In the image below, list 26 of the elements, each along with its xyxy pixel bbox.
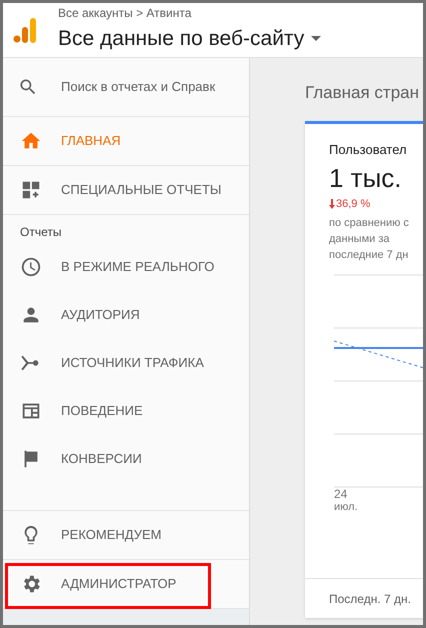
sidebar-item[interactable]: КОНВЕРСИИ — [3, 435, 249, 483]
dashboard-plus-icon — [20, 179, 42, 201]
comparison-note: по сравнению с данными за последние 7 дн — [329, 216, 410, 262]
section-label: Отчеты — [19, 224, 62, 241]
dropdown-caret-icon — [311, 36, 322, 42]
sidebar-item[interactable]: В РЕЖИМЕ РЕАЛЬНОГО — [3, 243, 249, 291]
search-field[interactable]: Поиск в отчетах и Справк — [61, 77, 221, 97]
view-selector[interactable]: Все данные по веб-сайту — [58, 22, 322, 54]
breadcrumb[interactable]: Все аккаунты > Атвинта — [58, 6, 322, 20]
sidebar-item[interactable]: СПЕЦИАЛЬНЫЕ ОТЧЕТЫ — [3, 166, 249, 214]
date-range-selector[interactable]: Последн. 7 дн. — [329, 590, 411, 608]
clock-icon — [20, 256, 42, 278]
down-arrow-icon — [329, 199, 335, 210]
metric-name: Пользовател — [329, 140, 408, 158]
metric-value: 1 тыс. — [329, 163, 403, 193]
search-icon — [18, 77, 38, 97]
axis-label: июл. — [334, 500, 358, 514]
change-value: 36,9 % — [336, 197, 370, 212]
sidebar-item[interactable]: АУДИТОРИЯ — [3, 291, 249, 339]
sidebar-item[interactable]: ПОВЕДЕНИЕ — [3, 387, 249, 435]
analytics-logo-icon — [11, 15, 37, 45]
page-title: Главная стран — [305, 82, 420, 104]
axis-label: 24 — [334, 488, 348, 500]
sidebar-item[interactable]: АДМИНИСТРАТОР — [3, 560, 249, 608]
sidebar-item[interactable]: ИСТОЧНИКИ ТРАФИКА — [3, 339, 249, 387]
sidebar-item[interactable]: РЕКОМЕНДУЕМ — [3, 511, 249, 559]
